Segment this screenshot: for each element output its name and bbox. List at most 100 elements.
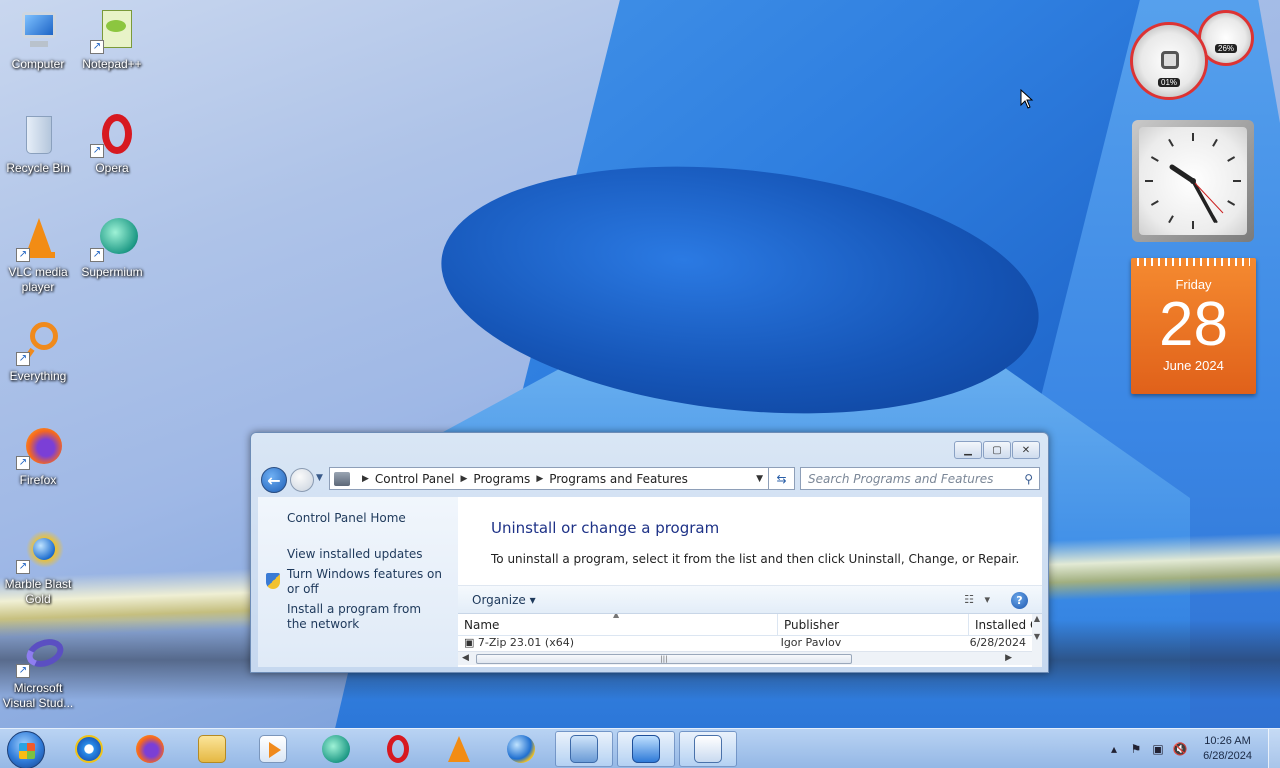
desktop-icon-marble-blast-gold[interactable]: ↗ Marble Blast Gold <box>0 528 76 607</box>
address-bar[interactable]: ▶ Control Panel ▶ Programs ▶ Programs an… <box>329 467 769 490</box>
breadcrumb-programs[interactable]: Programs <box>473 472 530 486</box>
scroll-right-icon[interactable]: ▶ <box>1005 653 1012 663</box>
marble-blast-icon: ↗ <box>14 528 64 574</box>
cpu-meter-gadget[interactable]: 26% 01% <box>1130 10 1260 102</box>
maximize-button[interactable]: ▢ <box>983 441 1011 459</box>
column-header-installed-on[interactable]: Installed On <box>969 614 1032 635</box>
taskbar-marble-blast[interactable] <box>492 731 550 767</box>
chevron-right-icon[interactable]: ▶ <box>362 474 369 484</box>
taskbar-explorer[interactable] <box>183 731 241 767</box>
calendar-day: 28 <box>1159 290 1228 359</box>
organize-button[interactable]: Organize ▾ <box>472 593 536 607</box>
desktop-icon-recycle-bin[interactable]: Recycle Bin <box>0 112 76 176</box>
sort-ascending-icon: ▲ <box>613 614 620 619</box>
horizontal-scrollbar[interactable]: ◀ ||| ▶ <box>458 651 1032 665</box>
close-button[interactable]: ✕ <box>1012 441 1040 459</box>
back-button[interactable]: ← <box>261 467 287 493</box>
table-row[interactable]: ▣ 7-Zip 23.01 (x64) Igor Pavlov 6/28/202… <box>458 636 1032 648</box>
shortcut-arrow-icon: ↗ <box>16 456 30 470</box>
visual-studio-icon: ↗ <box>14 632 68 678</box>
opera-icon: ↗ <box>88 112 136 158</box>
recycle-bin-icon <box>14 112 62 158</box>
show-desktop-button[interactable] <box>1268 729 1280 768</box>
control-panel-icon <box>334 471 350 486</box>
cpu-dial: 01% <box>1130 22 1208 100</box>
window-controls: ▁ ▢ ✕ <box>954 441 1040 459</box>
desktop-icon-computer[interactable]: Computer <box>0 8 76 72</box>
taskbar-window-3[interactable] <box>679 731 737 767</box>
command-bar: Organize ▾ ☷ ▾ ? <box>458 585 1042 614</box>
vlc-cone-icon <box>448 736 470 762</box>
shortcut-arrow-icon: ↗ <box>90 248 104 262</box>
chevron-down-icon: ▾ <box>977 593 990 606</box>
desktop-icon-visual-studio[interactable]: ↗ Microsoft Visual Stud... <box>0 632 76 711</box>
refresh-button[interactable]: ⇆ <box>769 467 795 490</box>
shortcut-arrow-icon: ↗ <box>90 40 104 54</box>
clock-face <box>1139 127 1247 235</box>
computer-icon <box>14 8 62 54</box>
breadcrumb-programs-and-features[interactable]: Programs and Features <box>549 472 688 486</box>
recent-pages-dropdown[interactable]: ▼ <box>316 473 323 483</box>
minimize-button[interactable]: ▁ <box>954 441 982 459</box>
action-center-flag-icon[interactable]: ⚑ <box>1125 742 1147 756</box>
folder-icon <box>198 735 226 763</box>
system-clock[interactable]: 10:26 AM 6/28/2024 <box>1203 734 1252 764</box>
view-installed-updates-link[interactable]: View installed updates <box>287 547 458 562</box>
taskbar-supermium[interactable] <box>307 731 365 767</box>
taskbar-opera[interactable] <box>369 731 427 767</box>
calendar-month-year: June 2024 <box>1163 358 1224 373</box>
scroll-left-icon[interactable]: ◀ <box>462 653 469 663</box>
media-player-icon <box>259 735 287 763</box>
taskbar-internet-explorer[interactable] <box>60 731 118 767</box>
scroll-thumb[interactable]: ||| <box>476 654 852 664</box>
search-icon[interactable]: ⚲ <box>1024 472 1033 486</box>
volume-muted-icon[interactable]: 🔇 <box>1169 742 1191 756</box>
shortcut-arrow-icon: ↗ <box>16 560 30 574</box>
control-panel-home-link[interactable]: Control Panel Home <box>287 511 458 526</box>
taskbar-vlc[interactable] <box>430 731 488 767</box>
notepad-plus-plus-icon: ↗ <box>88 8 136 54</box>
forward-button[interactable] <box>290 468 314 492</box>
taskbar-media-player[interactable] <box>244 731 302 767</box>
desktop-icon-opera[interactable]: ↗ Opera <box>74 112 150 176</box>
task-pane: Control Panel Home View installed update… <box>258 497 458 667</box>
address-dropdown-icon[interactable]: ▼ <box>756 474 763 484</box>
column-header-publisher[interactable]: Publisher <box>778 614 969 635</box>
taskbar-windows-update[interactable] <box>617 731 675 767</box>
help-button[interactable]: ? <box>1011 592 1028 609</box>
column-header-name[interactable]: ▲ Name <box>458 614 778 635</box>
page-title: Uninstall or change a program <box>491 519 720 537</box>
breadcrumb-control-panel[interactable]: Control Panel <box>375 472 455 486</box>
mouse-cursor-icon <box>1020 89 1034 109</box>
search-input[interactable]: Search Programs and Features ⚲ <box>800 467 1040 490</box>
desktop-icon-supermium[interactable]: ↗ Supermium <box>74 216 150 280</box>
show-hidden-icons-icon[interactable]: ▴ <box>1103 742 1125 756</box>
desktop-icon-notepad-plus-plus[interactable]: ↗ Notepad++ <box>74 8 150 72</box>
desktop-icon-everything[interactable]: ↗ Everything <box>0 320 76 384</box>
opera-icon <box>387 735 409 763</box>
shortcut-arrow-icon: ↗ <box>16 664 30 678</box>
main-content: Uninstall or change a program To uninsta… <box>458 497 1042 667</box>
vertical-scrollbar[interactable]: ▲ ▼ <box>1032 614 1042 667</box>
taskbar-control-panel[interactable] <box>555 731 613 767</box>
network-icon[interactable]: ▣ <box>1147 742 1169 756</box>
chevron-down-icon: ▾ <box>529 593 536 607</box>
calendar-gadget[interactable]: Friday 28 June 2024 <box>1131 258 1256 394</box>
clock-gadget[interactable] <box>1132 120 1254 242</box>
install-from-network-link[interactable]: Install a program from the network <box>287 602 442 632</box>
notification-area: ▴ ⚑ ▣ 🔇 10:26 AM 6/28/2024 <box>1103 729 1280 768</box>
sync-icon <box>632 735 660 763</box>
desktop-icon-vlc[interactable]: ↗ VLC media player <box>0 216 76 295</box>
taskbar-firefox[interactable] <box>121 731 179 767</box>
firefox-icon: ↗ <box>14 424 62 470</box>
change-view-button[interactable]: ☷ ▾ <box>964 593 990 606</box>
chevron-right-icon[interactable]: ▶ <box>461 474 468 484</box>
vlc-cone-icon: ↗ <box>14 216 62 262</box>
start-button[interactable] <box>7 731 45 768</box>
chevron-right-icon[interactable]: ▶ <box>536 474 543 484</box>
windows-features-link[interactable]: Turn Windows features on or off <box>287 567 452 597</box>
programs-and-features-window[interactable]: ▁ ▢ ✕ ← ▼ ▶ Control Panel ▶ Programs ▶ P… <box>250 432 1049 673</box>
program-icon: ▣ <box>464 636 478 648</box>
supermium-icon: ↗ <box>88 216 138 262</box>
desktop-icon-firefox[interactable]: ↗ Firefox <box>0 424 76 488</box>
